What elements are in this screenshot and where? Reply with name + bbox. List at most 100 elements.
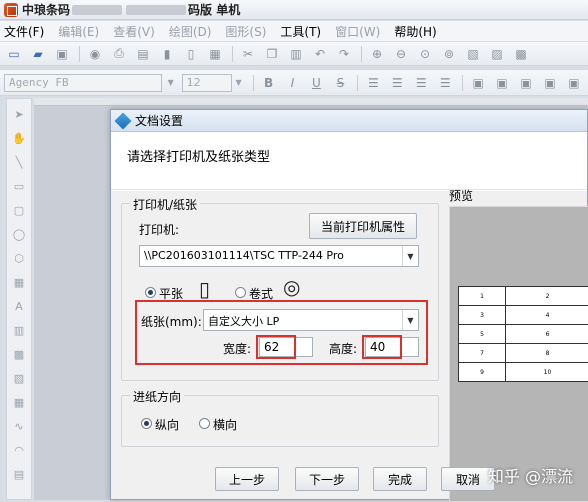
- layer-icon[interactable]: ▣: [468, 74, 488, 92]
- ellipse-tool-icon[interactable]: ◯: [10, 225, 28, 243]
- bold-button[interactable]: B: [259, 74, 279, 92]
- portrait-label: 纵向: [155, 416, 179, 433]
- rounded-rect-tool-icon[interactable]: ▢: [10, 201, 28, 219]
- paper-size-select[interactable]: 自定义大小 LP ▼: [203, 309, 419, 331]
- preview-cell: 6: [505, 325, 588, 344]
- landscape-label: 横向: [213, 416, 237, 433]
- dialog-instruction: 请选择打印机及纸张类型: [111, 132, 587, 190]
- paper-flat-radio[interactable]: [145, 287, 156, 298]
- window-title-prefix: 中琅条码: [22, 1, 70, 18]
- copy-icon[interactable]: ❐: [262, 45, 282, 63]
- text-tool-icon[interactable]: A: [10, 297, 28, 315]
- window-title-bar: 中琅条码 码版 单机: [0, 0, 588, 20]
- new-file-icon[interactable]: ▭: [4, 45, 24, 63]
- height-label: 高度:: [329, 340, 357, 357]
- horizontal-ruler: [34, 98, 588, 106]
- misc-tool-icon[interactable]: ▤: [10, 465, 28, 483]
- image-tool-icon[interactable]: ▧: [10, 369, 28, 387]
- database-icon[interactable]: ▤: [133, 45, 153, 63]
- zoom-out-icon[interactable]: ⊖: [391, 45, 411, 63]
- watermark-text: 知乎 @漂流: [488, 463, 573, 487]
- zoom-fit-icon[interactable]: ⊙: [415, 45, 435, 63]
- underline-button[interactable]: U: [306, 74, 326, 92]
- italic-button[interactable]: I: [283, 74, 303, 92]
- align-justify-icon[interactable]: ☰: [435, 74, 455, 92]
- cancel-button[interactable]: 取消: [441, 467, 495, 491]
- menu-file[interactable]: 文件(F): [4, 23, 44, 40]
- barcode-tool-icon[interactable]: ▥: [10, 321, 28, 339]
- chevron-down-icon[interactable]: ▼: [402, 246, 418, 266]
- document-icon[interactable]: ▯: [181, 45, 201, 63]
- portrait-radio[interactable]: [141, 418, 152, 429]
- dialog-body: 打印机/纸张 打印机: 当前打印机属性 \\PC201603101114\TSC…: [111, 191, 587, 499]
- layer-icon[interactable]: ▣: [492, 74, 512, 92]
- menu-shape[interactable]: 图形(S): [225, 23, 266, 40]
- layer-icon[interactable]: ▣: [540, 74, 560, 92]
- zoom-in-icon[interactable]: ⊕: [367, 45, 387, 63]
- printer-label: 打印机:: [139, 221, 179, 238]
- font-size-select[interactable]: 12: [182, 74, 232, 92]
- line-tool-icon[interactable]: ╲: [10, 153, 28, 171]
- grid-icon[interactable]: ▦: [205, 45, 225, 63]
- align-right-icon[interactable]: ☰: [411, 74, 431, 92]
- document-settings-dialog: 文档设置 请选择打印机及纸张类型 打印机/纸张 打印机: 当前打印机属性 \\P…: [110, 109, 588, 500]
- open-folder-icon[interactable]: ▰: [28, 45, 48, 63]
- print-preview-icon[interactable]: ◉: [85, 45, 105, 63]
- menu-draw[interactable]: 绘图(D): [169, 23, 212, 40]
- distribute-icon[interactable]: ▨: [487, 45, 507, 63]
- layer-icon[interactable]: ▣: [516, 74, 536, 92]
- align-icon[interactable]: ▧: [463, 45, 483, 63]
- fill-tool-icon[interactable]: ▦: [10, 273, 28, 291]
- arc-tool-icon[interactable]: ◠: [10, 441, 28, 459]
- table-tool-icon[interactable]: ▦: [10, 393, 28, 411]
- curve-tool-icon[interactable]: ∿: [10, 417, 28, 435]
- chevron-down-icon[interactable]: ▼: [402, 310, 418, 330]
- align-center-icon[interactable]: ☰: [387, 74, 407, 92]
- strikethrough-button[interactable]: S: [330, 74, 350, 92]
- preview-cell: 2: [505, 287, 588, 306]
- undo-icon[interactable]: ↶: [310, 45, 330, 63]
- next-step-button[interactable]: 下一步: [295, 467, 359, 491]
- pointer-tool-icon[interactable]: ➤: [10, 105, 28, 123]
- dialog-title-bar[interactable]: 文档设置: [111, 110, 587, 132]
- paper-size-value: 自定义大小 LP: [208, 315, 279, 328]
- polygon-tool-icon[interactable]: ⬡: [10, 249, 28, 267]
- menu-tools[interactable]: 工具(T): [280, 23, 321, 40]
- previous-step-button[interactable]: 上一步: [215, 467, 279, 491]
- rectangle-tool-icon[interactable]: ▭: [10, 177, 28, 195]
- menu-bar: 文件(F) 编辑(E) 查看(V) 绘图(D) 图形(S) 工具(T) 窗口(W…: [0, 21, 588, 41]
- dialog-title: 文档设置: [135, 112, 183, 129]
- save-icon[interactable]: ▣: [52, 45, 72, 63]
- chevron-down-icon[interactable]: ▼: [232, 74, 246, 92]
- redo-icon[interactable]: ↷: [334, 45, 354, 63]
- zoom-actual-icon[interactable]: ⊚: [439, 45, 459, 63]
- finish-button[interactable]: 完成: [373, 467, 427, 491]
- print-icon[interactable]: ⎙: [109, 45, 129, 63]
- paper-roll-radio[interactable]: [235, 287, 246, 298]
- layer-icon[interactable]: ▣: [564, 74, 584, 92]
- menu-edit[interactable]: 编辑(E): [58, 23, 99, 40]
- cylinder-icon[interactable]: ▮: [157, 45, 177, 63]
- preview-label: 预览: [449, 187, 473, 204]
- preview-cell: 5: [459, 325, 506, 344]
- menu-view[interactable]: 查看(V): [113, 23, 155, 40]
- cut-icon[interactable]: ✂: [238, 45, 258, 63]
- paste-icon[interactable]: ▥: [286, 45, 306, 63]
- preview-cell: 1: [459, 287, 506, 306]
- table-row: 34: [459, 306, 588, 325]
- preview-label-table: 12 34 56 78 910: [458, 286, 588, 382]
- font-family-select[interactable]: Agency FB: [4, 74, 162, 92]
- menu-window[interactable]: 窗口(W): [335, 23, 380, 40]
- printer-select[interactable]: \\PC201603101114\TSC TTP-244 Pro ▼: [139, 245, 419, 267]
- group-icon[interactable]: ▩: [511, 45, 531, 63]
- qrcode-tool-icon[interactable]: ▩: [10, 345, 28, 363]
- chevron-down-icon[interactable]: ▼: [164, 74, 178, 92]
- window-title-suffix: 码版 单机: [188, 1, 240, 18]
- align-left-icon[interactable]: ☰: [363, 74, 383, 92]
- toolbar-separator: [232, 46, 233, 62]
- printer-properties-button[interactable]: 当前打印机属性: [309, 213, 417, 239]
- hand-tool-icon[interactable]: ✋: [10, 129, 28, 147]
- drawing-tool-bar: ➤ ✋ ╲ ▭ ▢ ◯ ⬡ ▦ A ▥ ▩ ▧ ▦ ∿ ◠ ▤: [6, 98, 32, 500]
- landscape-radio[interactable]: [199, 418, 210, 429]
- menu-help[interactable]: 帮助(H): [394, 23, 436, 40]
